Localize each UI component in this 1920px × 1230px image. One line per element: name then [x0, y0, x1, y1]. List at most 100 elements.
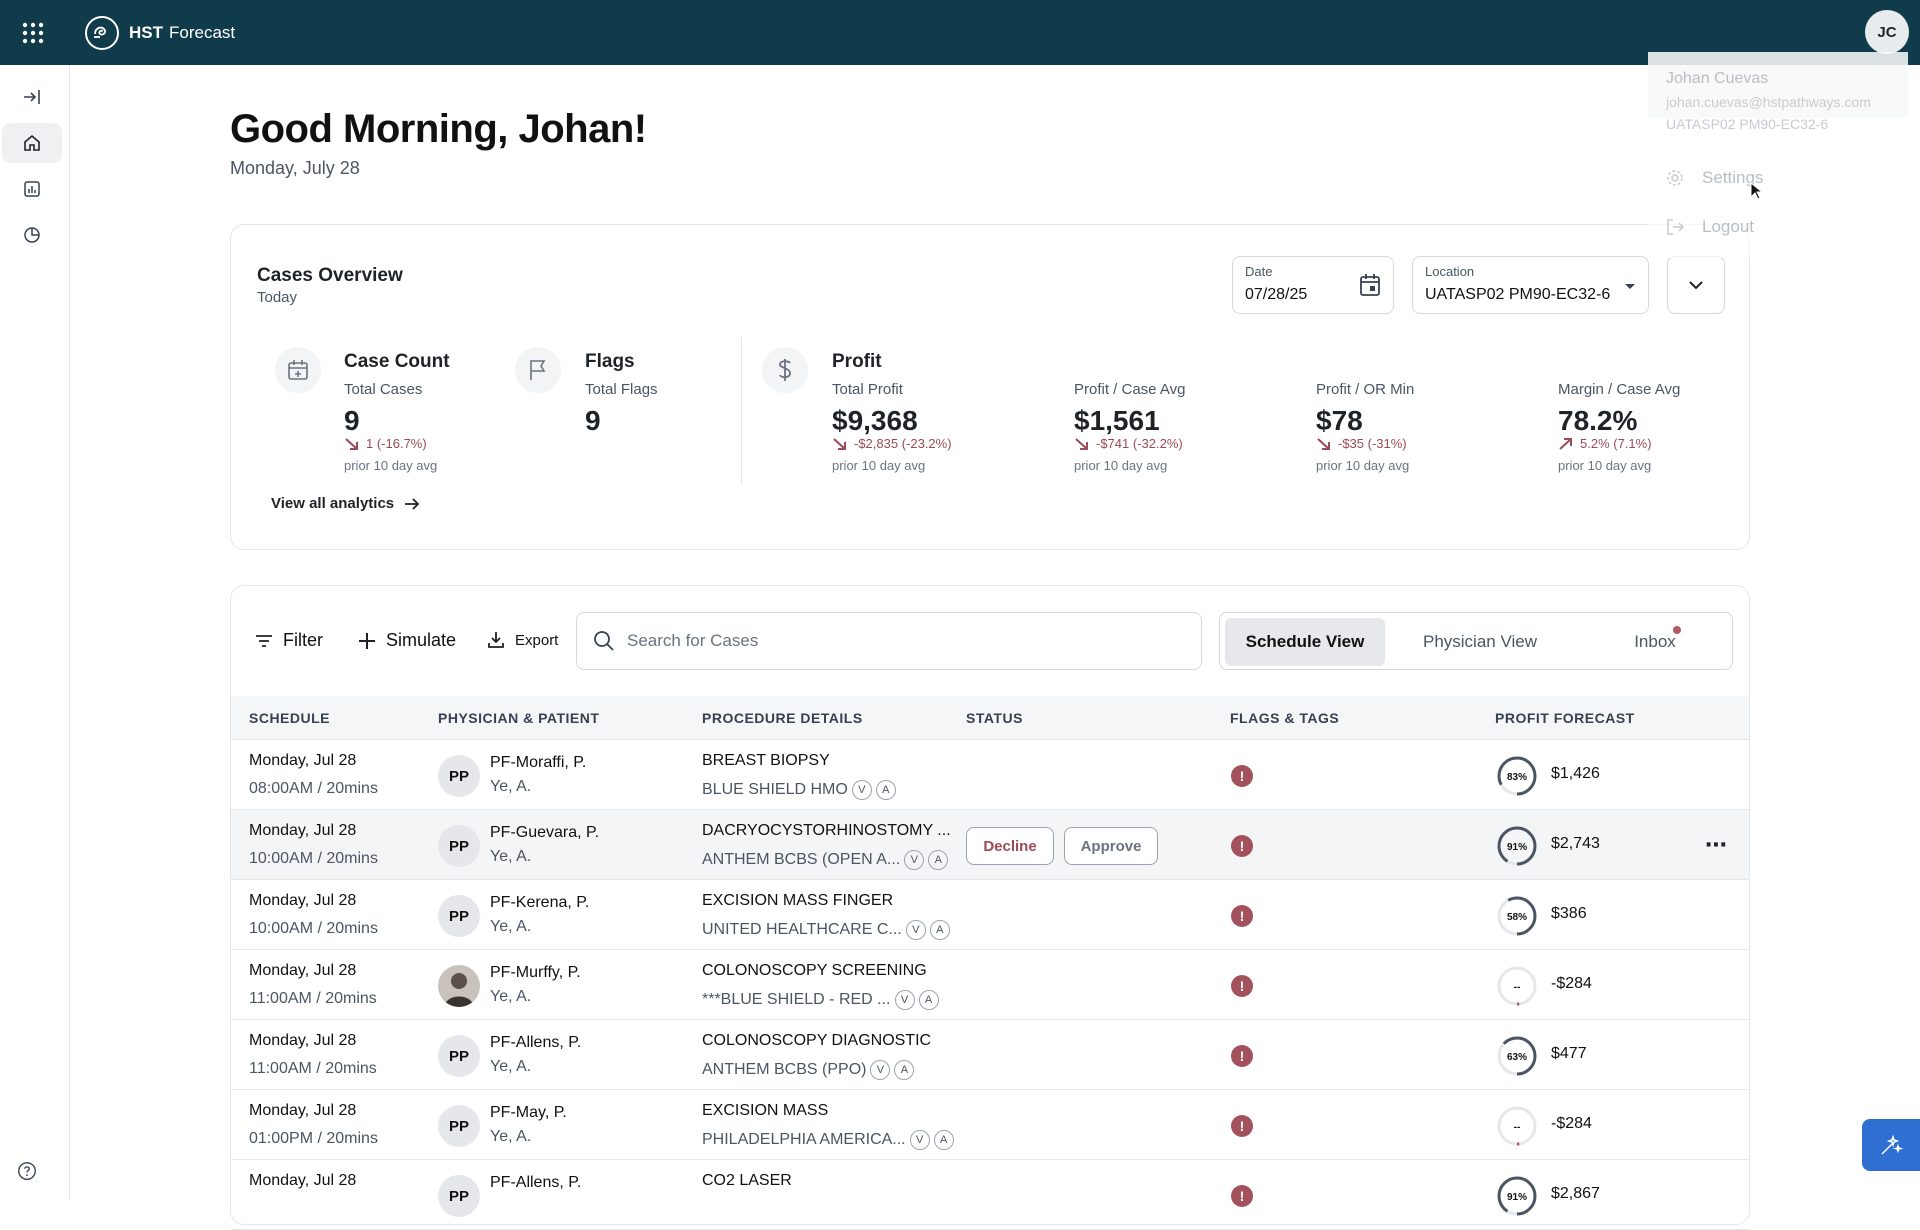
more-options-icon[interactable]: ⋯: [1703, 832, 1729, 858]
avatar: PP: [438, 1175, 480, 1217]
payer-name: ANTHEM BCBS (OPEN A...: [702, 851, 901, 868]
total-profit-label: Total Profit: [832, 381, 903, 398]
schedule-date: Monday, Jul 28: [249, 1032, 357, 1049]
verified-chip[interactable]: V: [904, 850, 925, 870]
physician-name[interactable]: PF-Allens, P.: [490, 1034, 581, 1052]
authorized-chip[interactable]: A: [928, 850, 949, 870]
header-status[interactable]: STATUS: [966, 710, 1023, 726]
authorized-chip[interactable]: A: [929, 920, 950, 940]
payer-name: UNITED HEALTHCARE C...: [702, 921, 902, 938]
authorized-chip[interactable]: A: [875, 780, 896, 800]
chevron-down-icon: [1689, 281, 1703, 290]
search-input[interactable]: [627, 631, 1147, 651]
profit-ring: 91%: [1496, 825, 1538, 867]
physician-name[interactable]: PF-Allens, P.: [490, 1174, 581, 1192]
margin-delta-text: 5.2% (7.1%): [1580, 436, 1652, 451]
brand-name-bold: HST: [129, 22, 163, 42]
flag-alert-icon[interactable]: !: [1231, 905, 1253, 927]
analytics-nav-icon[interactable]: [2, 215, 62, 255]
approve-button[interactable]: Approve: [1064, 827, 1158, 865]
expand-overview-button[interactable]: [1667, 256, 1725, 314]
avatar: PP: [438, 1105, 480, 1147]
search-icon: [594, 631, 614, 651]
tab-physician-view[interactable]: Physician View: [1390, 618, 1570, 666]
schedule-date: Monday, Jul 28: [249, 1172, 357, 1189]
filter-icon: [256, 634, 272, 647]
app-launcher-icon[interactable]: [0, 0, 65, 65]
authorized-chip[interactable]: A: [933, 1130, 954, 1150]
header-procedure-details[interactable]: PROCEDURE DETAILS: [702, 710, 863, 726]
reports-nav-icon[interactable]: [2, 169, 62, 209]
verified-chip[interactable]: V: [905, 920, 926, 940]
caret-down-icon: [1625, 284, 1635, 289]
location-select[interactable]: Location UATASP02 PM90-EC32-6: [1412, 256, 1649, 314]
flag-alert-icon[interactable]: !: [1231, 765, 1253, 787]
table-row[interactable]: Monday, Jul 28 11:00AM / 20mins PP PF-Allen…: [231, 1020, 1749, 1090]
view-tabs: Schedule View Physician View Inbox: [1219, 612, 1733, 670]
profit-ring-label: --: [1514, 1122, 1521, 1133]
view-all-analytics-link[interactable]: View all analytics: [271, 495, 420, 512]
physician-name[interactable]: PF-May, P.: [490, 1104, 567, 1122]
flag-alert-icon[interactable]: !: [1231, 835, 1253, 857]
date-label: Date: [1245, 264, 1273, 279]
tab-schedule-view[interactable]: Schedule View: [1225, 618, 1385, 666]
user-avatar-button[interactable]: JC: [1865, 10, 1909, 54]
payer-name: ANTHEM BCBS (PPO): [702, 1061, 867, 1078]
margin-value: 78.2%: [1558, 405, 1638, 436]
case-count-delta: 1 (-16.7%): [344, 436, 427, 451]
flag-alert-icon[interactable]: !: [1231, 1115, 1253, 1137]
table-row[interactable]: Monday, Jul 28 08:00AM / 20mins PP PF-Moraf…: [231, 740, 1749, 810]
home-nav-icon[interactable]: [2, 123, 62, 163]
header-profit-forecast[interactable]: PROFIT FORECAST: [1495, 710, 1635, 726]
profit-title: Profit: [832, 351, 882, 372]
physician-name[interactable]: PF-Guevara, P.: [490, 824, 599, 842]
decline-button[interactable]: Decline: [966, 827, 1054, 865]
table-header: SCHEDULE PHYSICIAN & PATIENT PROCEDURE D…: [231, 696, 1749, 740]
cases-table-card: Filter Simulate Export Schedule View Phy…: [230, 585, 1750, 1230]
collapse-nav-icon[interactable]: [2, 77, 62, 117]
settings-menu-item[interactable]: Settings: [1648, 156, 1908, 200]
brand-logo[interactable]: HST Forecast: [85, 15, 235, 50]
patient-name: Ye, A.: [490, 848, 532, 865]
table-row[interactable]: Monday, Jul 28 10:00AM / 20mins PP PF-Keren…: [231, 880, 1749, 950]
authorized-chip[interactable]: A: [918, 990, 939, 1010]
header-schedule[interactable]: SCHEDULE: [249, 710, 330, 726]
profit-case-delta: -$741 (-32.2%): [1074, 436, 1183, 451]
verified-chip[interactable]: V: [870, 1060, 891, 1080]
logout-menu-item[interactable]: Logout: [1648, 205, 1908, 249]
verified-chip[interactable]: V: [851, 780, 872, 800]
tab-inbox[interactable]: Inbox: [1600, 618, 1710, 666]
calendar-add-icon: [275, 347, 321, 393]
export-button[interactable]: Export: [487, 631, 558, 649]
dollar-icon: [762, 347, 808, 393]
physician-name[interactable]: PF-Moraffi, P.: [490, 754, 586, 772]
verified-chip[interactable]: V: [894, 990, 915, 1010]
date-picker[interactable]: Date 07/28/25: [1232, 256, 1394, 314]
flag-alert-icon[interactable]: !: [1231, 975, 1253, 997]
physician-name[interactable]: PF-Murffy, P.: [490, 964, 581, 982]
simulate-button[interactable]: Simulate: [358, 630, 456, 651]
search-box: [576, 612, 1202, 670]
view-all-label: View all analytics: [271, 495, 395, 512]
table-row[interactable]: Monday, Jul 28 11:00AM / 20mins PF-Murffy,…: [231, 950, 1749, 1020]
payer: PHILADELPHIA AMERICA... V A: [702, 1130, 954, 1150]
metrics-divider: [741, 337, 742, 485]
help-icon[interactable]: [16, 1160, 40, 1184]
filter-button[interactable]: Filter: [255, 630, 323, 651]
header-flags-tags[interactable]: FLAGS & TAGS: [1230, 710, 1339, 726]
table-row[interactable]: Monday, Jul 28 01:00PM / 20mins PP PF-May, …: [231, 1090, 1749, 1160]
flag-alert-icon[interactable]: !: [1231, 1185, 1253, 1207]
header-physician-patient[interactable]: PHYSICIAN & PATIENT: [438, 710, 599, 726]
table-row[interactable]: Monday, Jul 28 PP PF-Allens, P. CO2 LASER! 9…: [231, 1160, 1749, 1230]
profit-or-label: Profit / OR Min: [1316, 381, 1415, 398]
verified-chip[interactable]: V: [909, 1130, 930, 1150]
ai-assistant-button[interactable]: [1862, 1119, 1920, 1171]
profit-ring: 63%: [1496, 1035, 1538, 1077]
schedule-time: 10:00AM / 20mins: [249, 850, 378, 867]
physician-name[interactable]: PF-Kerena, P.: [490, 894, 589, 912]
flag-alert-icon[interactable]: !: [1231, 1045, 1253, 1067]
download-icon: [488, 632, 504, 648]
table-row[interactable]: Monday, Jul 28 10:00AM / 20mins PP PF-Gueva…: [231, 810, 1749, 880]
authorized-chip[interactable]: A: [894, 1060, 915, 1080]
user-location: UATASP02 PM90-EC32-6: [1666, 116, 1829, 132]
